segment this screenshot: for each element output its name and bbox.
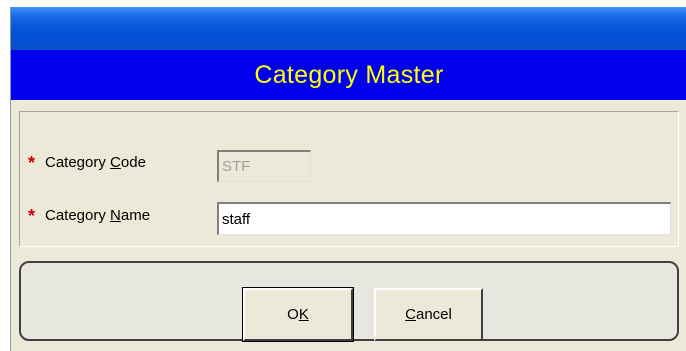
header-band: Category Master bbox=[11, 50, 686, 100]
required-marker: * bbox=[28, 153, 36, 173]
cancel-button-label: Cancel bbox=[405, 306, 452, 323]
required-marker: * bbox=[28, 206, 36, 226]
dialog-title: Category Master bbox=[254, 60, 444, 89]
ok-button-label: OK bbox=[287, 306, 309, 323]
category-name-field[interactable] bbox=[217, 202, 671, 235]
window-titlebar[interactable] bbox=[11, 7, 686, 50]
category-code-field[interactable] bbox=[217, 150, 311, 182]
category-master-window: Category Master * Category Code * Catego… bbox=[10, 7, 686, 351]
ok-button[interactable]: OK bbox=[242, 287, 354, 342]
category-code-label: Category Code bbox=[45, 154, 146, 171]
cancel-button[interactable]: Cancel bbox=[374, 288, 483, 341]
category-name-label: Category Name bbox=[45, 207, 151, 224]
